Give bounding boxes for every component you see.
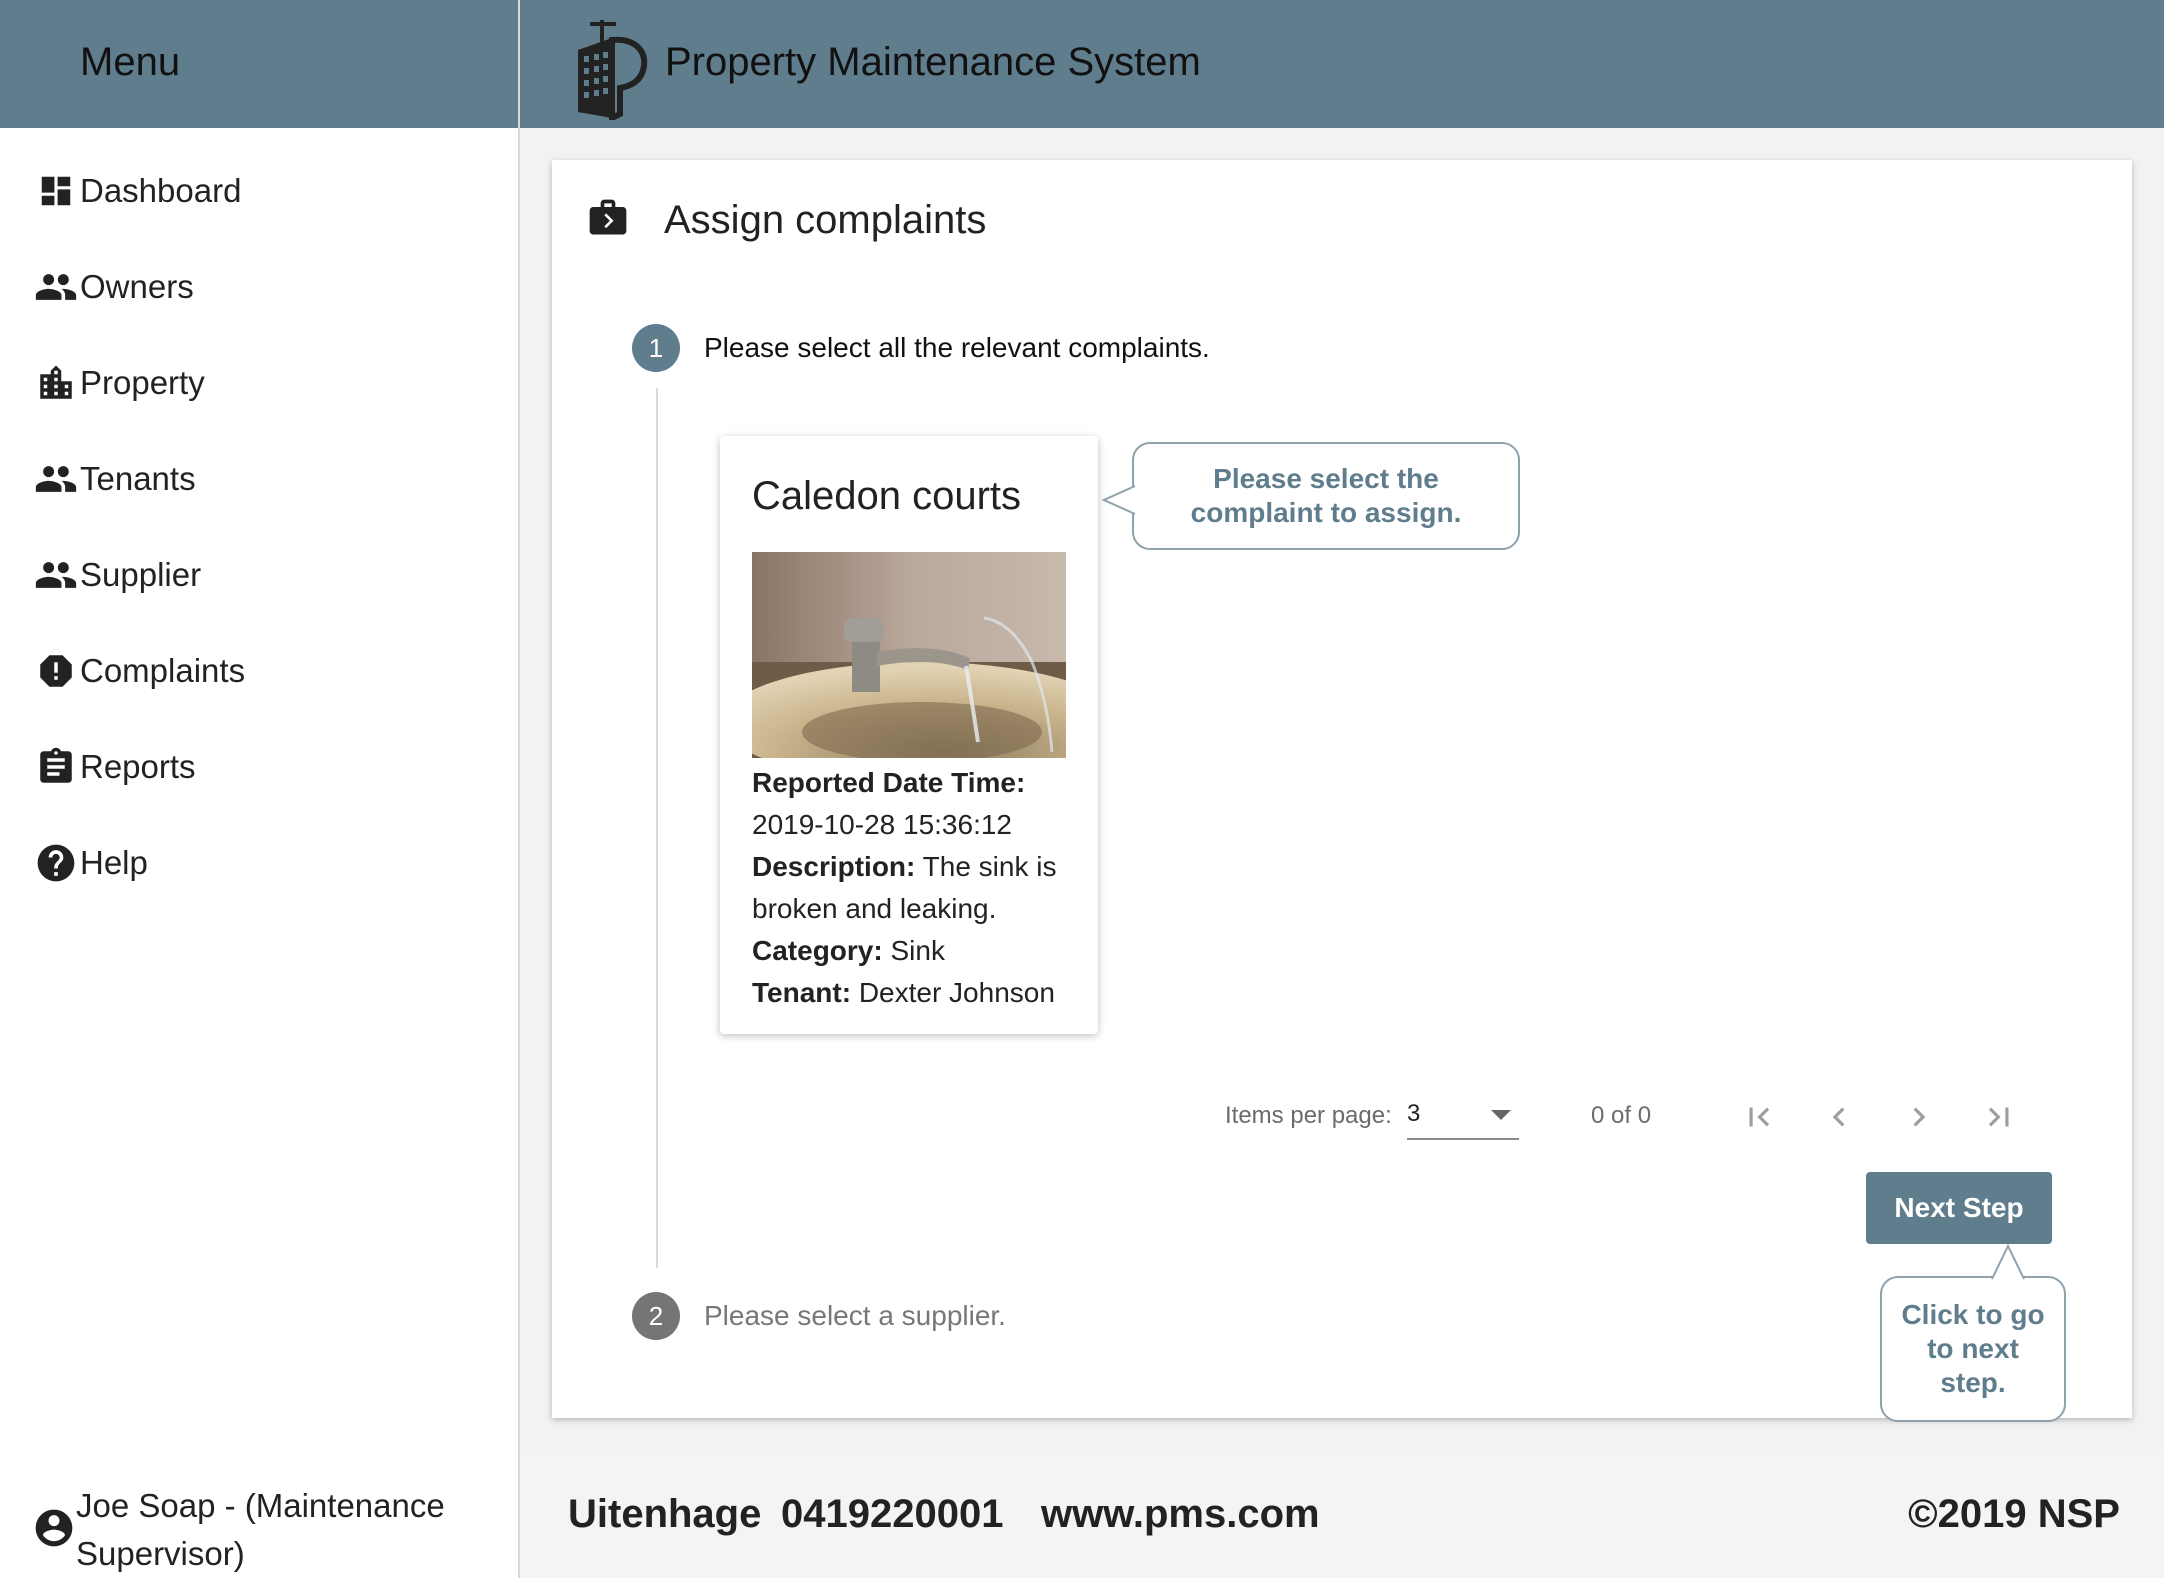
sidebar-item-label: Reports [80,748,196,785]
page-title: Assign complaints [664,198,987,242]
user-name: Joe Soap - (Maintenance Supervisor) [76,1487,445,1572]
sidebar-item-supplier[interactable]: Supplier [32,545,201,605]
items-per-page-select[interactable]: 3 [1407,1094,1519,1140]
complaint-tooltip-text: Please select the complaint to assign. [1190,463,1462,528]
sidebar-item-tenants[interactable]: Tenants [32,449,196,509]
step-2-label[interactable]: Please select a supplier. [704,1300,1006,1332]
sidebar-item-label: Tenants [80,460,196,497]
next-step-button[interactable]: Next Step [1866,1172,2052,1244]
assign-complaints-card: Assign complaints 1 Please select all th… [552,160,2132,1418]
last-page-button[interactable] [1972,1090,2026,1144]
clipboard-icon [32,743,80,791]
footer-website[interactable]: www.pms.com [1041,1492,1320,1537]
app-title: Property Maintenance System [665,40,1201,84]
tenant-value: Dexter Johnson [858,977,1055,1008]
category-value: Sink [890,935,945,966]
user-info[interactable]: Joe Soap - (Maintenance Supervisor) [32,1482,502,1578]
sidebar-item-owners[interactable]: Owners [32,257,194,317]
people-icon [32,455,80,503]
sink-image [722,552,1122,782]
page-range: 0 of 0 [1591,1102,1652,1129]
chevron-down-icon [1491,1110,1511,1120]
complaint-tooltip: Please select the complaint to assign. [1132,442,1520,550]
step-number: 1 [648,332,664,363]
tenant-label: Tenant: [752,977,852,1008]
tooltip-pointer [1102,485,1136,515]
complaint-property: Caledon courts [752,474,1022,518]
complaint-card[interactable]: Caledon courts Reported Date Time: 2019-… [720,436,1122,1034]
sidebar-item-label: Property [80,364,205,401]
next-page-button[interactable] [1892,1090,1946,1144]
chevron-left-icon [1832,1107,1845,1127]
step-1-indicator: 1 [632,324,680,372]
last-page-icon [1988,1107,2009,1127]
description-label: Description: [752,851,916,882]
sidebar-item-label: Dashboard [80,172,242,209]
next-step-tooltip: Click to go to next step. [1880,1276,2066,1422]
items-per-page-value: 3 [1407,1100,1421,1127]
first-page-button[interactable] [1732,1090,1786,1144]
items-per-page-label: Items per page: [1225,1102,1392,1129]
footer-phone: 0419220001 [781,1492,1004,1536]
step-number: 2 [648,1300,664,1331]
tooltip-pointer [1991,1244,2025,1280]
reported-value: 2019-10-28 15:36:12 [752,809,1012,840]
sidebar: Menu Dashboard Owners Property Tenants S… [0,0,520,1578]
briefcase-icon [586,196,630,240]
sidebar-item-help[interactable]: Help [32,833,148,893]
app-header: Property Maintenance System [520,0,2164,128]
footer: Uitenhage 0419220001 www.pms.com ©2019 N… [520,1450,2164,1578]
sidebar-item-dashboard[interactable]: Dashboard [32,161,241,221]
sidebar-item-reports[interactable]: Reports [32,737,196,797]
complaint-details: Reported Date Time: 2019-10-28 15:36:12 … [752,762,1082,1014]
sidebar-item-complaints[interactable]: Complaints [32,641,245,701]
people-icon [32,551,80,599]
step-1-label[interactable]: Please select all the relevant complaint… [704,332,1210,364]
building-icon [32,359,80,407]
next-step-label: Next Step [1894,1192,2024,1223]
footer-city: Uitenhage [568,1492,762,1536]
category-label: Category: [752,935,883,966]
sidebar-item-label: Complaints [80,652,246,689]
reported-label: Reported Date Time: [752,767,1026,798]
footer-copyright: ©2019 NSP [1908,1492,2120,1536]
alert-icon [32,647,80,695]
account-circle-icon [32,1506,76,1554]
menu-title: Menu [80,40,181,84]
chevron-right-icon [1913,1107,1926,1127]
help-icon [32,839,80,887]
people-icon [32,263,80,311]
previous-page-button[interactable] [1812,1090,1866,1144]
step-2-indicator: 2 [632,1292,680,1340]
first-page-icon [1749,1107,1770,1127]
stepper-line [656,388,658,1268]
sidebar-item-label: Owners [80,268,194,305]
dashboard-icon [32,167,80,215]
sidebar-item-property[interactable]: Property [32,353,205,413]
building-logo-icon [572,16,652,123]
sidebar-item-label: Help [80,844,148,881]
menu-header: Menu [0,0,518,128]
next-step-tooltip-text: Click to go to next step. [1901,1299,2045,1398]
sidebar-item-label: Supplier [80,556,202,593]
